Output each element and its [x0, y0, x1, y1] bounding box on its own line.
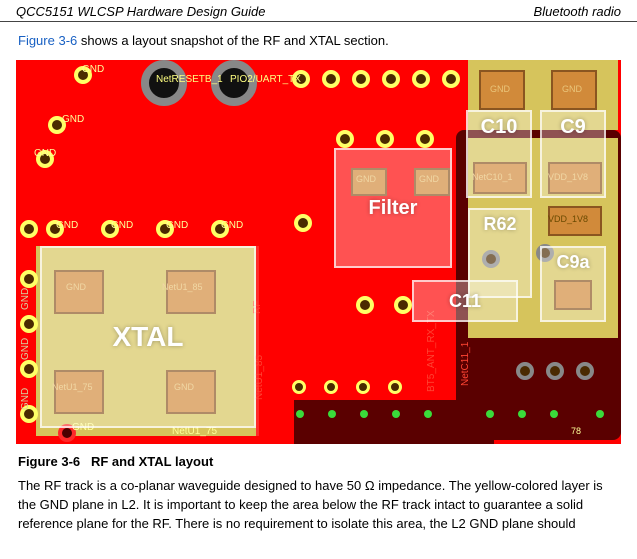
overlay-c9: C9 — [540, 110, 606, 198]
net-resetb: NetRESETB_1 — [156, 74, 223, 85]
side-gnd: GND — [20, 288, 31, 310]
page-header: QCC5151 WLCSP Hardware Design Guide Blue… — [0, 0, 637, 22]
gnd-text: GND — [34, 148, 56, 159]
doc-title: QCC5151 WLCSP Hardware Design Guide — [16, 4, 266, 19]
pcb-layout-image: GND NetU1_85 NetU1_75 GND GND GND GND GN… — [16, 60, 621, 444]
overlay-filter: Filter — [334, 148, 452, 268]
side-gnd: GND — [20, 338, 31, 360]
gnd-text: GND — [221, 220, 243, 231]
body-paragraph: The RF track is a co-planar waveguide de… — [0, 471, 637, 540]
overlay-c10: C10 — [466, 110, 532, 198]
gnd-text: GND — [166, 220, 188, 231]
net-pio2-uart: PIO2/UART_TX — [230, 74, 301, 85]
gnd-text: GND — [111, 220, 133, 231]
overlay-c9a: C9a — [540, 246, 606, 322]
num-78: 78 — [571, 426, 581, 436]
gnd-text: GND — [62, 114, 84, 125]
overlay-xtal: XTAL — [40, 246, 256, 428]
figure-number: Figure 3-6 — [18, 454, 80, 469]
netc11-text: NetC11_1 — [460, 342, 471, 386]
intro-paragraph: Figure 3-6 shows a layout snapshot of th… — [0, 22, 637, 56]
bt5-ant-text: BT5_ANT_RX_TX — [426, 310, 437, 392]
gnd-text: GND — [82, 64, 104, 75]
intro-text: shows a layout snapshot of the RF and XT… — [77, 33, 388, 48]
doc-section: Bluetooth radio — [534, 4, 621, 19]
overlay-c11: C11 — [412, 280, 518, 322]
figure-caption: Figure 3-6 RF and XTAL layout — [0, 448, 637, 471]
figure-title: RF and XTAL layout — [91, 454, 213, 469]
figure-ref-link[interactable]: Figure 3-6 — [18, 33, 77, 48]
gnd-text: GND — [56, 220, 78, 231]
side-gnd: GND — [20, 388, 31, 410]
